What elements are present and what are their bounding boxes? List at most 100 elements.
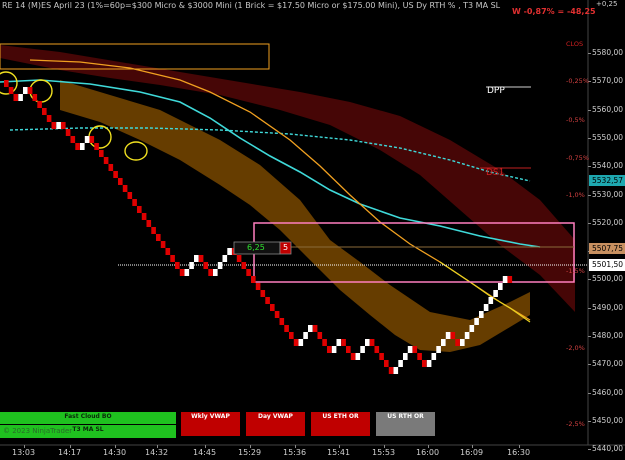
fast-cloud-bo-button[interactable]: Fast Cloud BO [0,412,176,424]
up-brick [23,87,28,94]
us-rth-or-button[interactable]: US RTH OR [376,412,435,436]
price-axis-label: 5500,00 [592,274,624,284]
time-axis-tick [157,445,158,448]
price-axis-tick [588,392,591,394]
down-brick [89,136,95,143]
pct-label: -1,0% [566,191,585,199]
day-vwap-button[interactable]: Day VWAP [246,412,305,436]
up-brick [189,262,194,269]
down-brick [507,276,513,283]
time-axis-tick [24,445,25,448]
pct-label: -1,5% [566,267,585,275]
down-brick [151,227,156,234]
time-axis-label: 14:17 [58,448,82,457]
up-brick [336,339,342,346]
price-axis-tick [588,364,591,366]
time-axis-label: 14:45 [193,448,217,457]
down-brick [374,346,380,353]
down-brick [208,269,213,276]
down-brick [274,311,280,318]
down-brick [4,80,9,87]
time-axis-label: 16:30 [507,448,531,457]
pct-label: -2,0% [566,344,585,352]
down-brick [156,234,161,241]
down-brick [127,192,133,199]
wkly-vwap-button[interactable]: Wkly VWAP [181,412,240,436]
top-value: +0,25 [596,0,618,8]
price-axis-tick [588,307,591,309]
time-axis-label: 14:30 [103,448,127,457]
ds1-label: DS1 [486,168,505,178]
time-axis-tick [428,445,429,448]
down-brick [32,94,38,101]
down-brick [317,332,323,339]
down-brick [293,339,299,346]
price-axis-label: 5460,00 [592,387,624,397]
down-brick [312,325,318,332]
down-brick [388,367,394,374]
cyan-price-tag: 5532,57 [589,175,625,186]
up-brick [498,283,503,290]
us-eth-or-button[interactable]: US ETH OR [311,412,370,436]
renko-chart[interactable] [0,0,625,460]
cloud-price-tag: 5507,75 [589,243,625,254]
time-axis-tick [250,445,251,448]
copyright: © 2023 NinjaTrader [3,427,73,435]
orange-cloud [60,80,530,352]
down-brick [75,143,80,150]
down-brick [118,178,123,185]
down-brick [175,262,180,269]
pnl-readout: W -0,87% = -48,25 [512,7,596,16]
up-brick [80,143,85,150]
price-axis-label: 5580,00 [592,48,624,57]
pct-label: -0,75% [566,154,589,162]
up-brick [407,346,413,353]
up-brick [303,332,308,339]
time-axis-tick [339,445,340,448]
up-brick [441,339,446,346]
down-brick [284,325,289,332]
up-brick [398,360,403,367]
up-brick [194,255,199,262]
signal-circle[interactable] [124,141,148,161]
down-brick [346,346,351,353]
price-axis-label: 5480,00 [592,331,624,340]
time-axis-label: 13:03 [12,448,36,457]
down-brick [236,255,242,262]
price-axis-label: 5550,00 [592,132,624,142]
time-axis-tick [115,445,116,448]
down-brick [450,332,456,339]
up-brick [460,339,465,346]
pct-label: -2,5% [566,420,585,428]
down-brick [51,122,57,129]
down-brick [246,269,251,276]
up-brick [483,304,489,311]
down-brick [160,241,166,248]
up-brick [84,136,90,143]
up-brick [227,248,232,255]
down-brick [379,353,384,360]
down-brick [289,332,294,339]
down-brick [255,283,261,290]
up-brick [184,269,190,276]
down-brick [260,290,266,297]
down-brick [412,346,418,353]
up-brick [479,311,484,318]
down-brick [417,353,422,360]
pct-label: CLOS [566,40,584,48]
current-price-tag: 5501,50 [589,259,625,271]
down-brick [251,276,256,283]
down-brick [170,255,175,262]
down-brick [146,220,152,227]
price-axis-tick [588,109,591,111]
time-axis-tick [295,445,296,448]
dpp-label: DPP [487,86,505,96]
up-brick [431,353,437,360]
down-brick [327,346,332,353]
up-brick [393,367,399,374]
up-brick [18,94,23,101]
down-brick [322,339,327,346]
up-brick [308,325,313,332]
down-brick [369,339,375,346]
up-brick [403,353,408,360]
